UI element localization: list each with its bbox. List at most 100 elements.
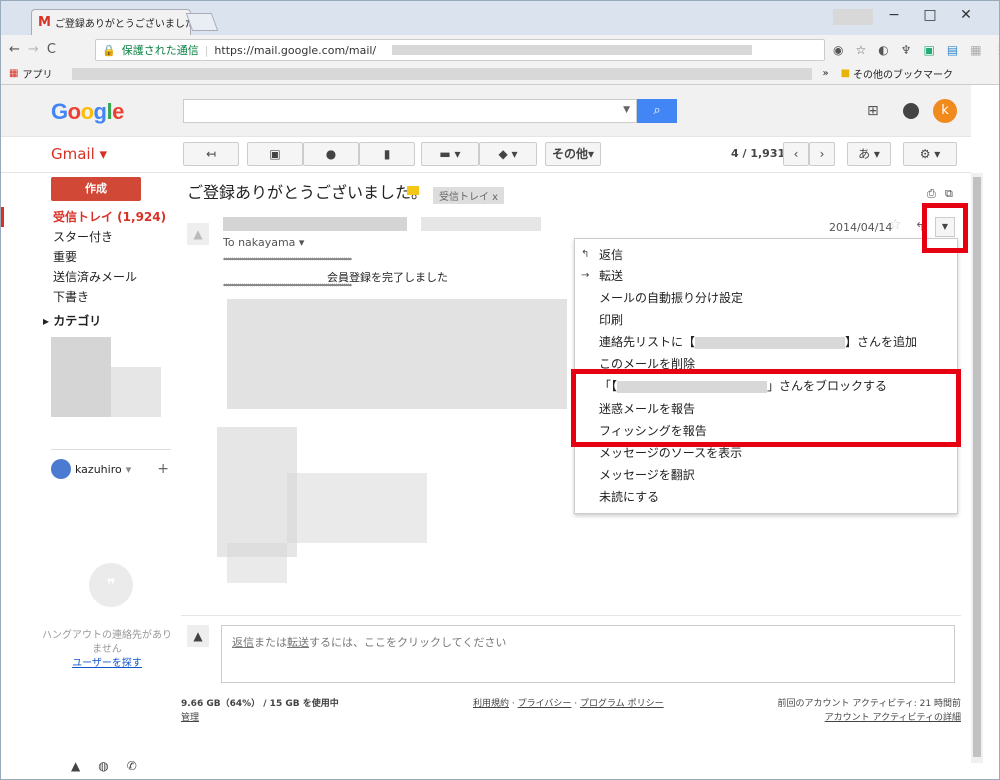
- menu-item-print[interactable]: 印刷: [599, 310, 623, 330]
- bookmarks-overflow[interactable]: »: [822, 68, 828, 79]
- hangouts-bottom-bar: ▲ ◍ ✆: [71, 759, 137, 773]
- archive-icon: ▣: [269, 147, 281, 161]
- extension-icon[interactable]: ♆: [901, 43, 912, 57]
- delete-button[interactable]: ▮: [359, 142, 415, 166]
- program-policy-link[interactable]: プログラム ポリシー: [580, 699, 664, 709]
- sidebar-blur: [111, 367, 161, 417]
- body-blur: [227, 299, 567, 409]
- new-window-icon[interactable]: ⧉: [945, 187, 953, 201]
- scrollbar-thumb[interactable]: [973, 177, 981, 757]
- inbox-label-chip[interactable]: 受信トレイ x: [433, 187, 505, 204]
- extension-icon[interactable]: ▣: [924, 43, 935, 57]
- menu-item-forward[interactable]: → 転送: [581, 266, 623, 286]
- menu-item-label-post: 】さんを追加: [845, 335, 918, 349]
- archive-button[interactable]: ▣: [247, 142, 303, 166]
- divider: [181, 615, 961, 616]
- reload-icon[interactable]: C: [47, 42, 56, 57]
- body-divider-line: ****************************************…: [223, 257, 352, 264]
- menu-icon[interactable]: ⋮: [994, 43, 999, 57]
- highlight-more-button: [922, 203, 968, 253]
- sender-email-blur: [421, 217, 541, 231]
- sidebar-item-important[interactable]: 重要: [1, 247, 177, 267]
- chat-icon[interactable]: ◍: [98, 759, 108, 773]
- hangouts-quote-icon: ❞: [89, 563, 133, 607]
- storage-info: 9.66 GB（64%） / 15 GB を使用中 管理: [181, 697, 339, 725]
- lock-icon: 🔒: [102, 43, 116, 57]
- input-tools-button[interactable]: あ ▾: [847, 142, 891, 166]
- reply-link[interactable]: 返信: [232, 636, 254, 649]
- sidebar-item-drafts[interactable]: 下書き: [1, 287, 177, 307]
- activity-details-link[interactable]: アカウント アクティビティの詳細: [825, 713, 961, 723]
- recipient-text: To nakayama: [223, 236, 296, 249]
- back-to-inbox-button[interactable]: ↤: [183, 142, 239, 166]
- new-tab-button[interactable]: [185, 13, 219, 31]
- maximize-button[interactable]: □: [915, 7, 945, 23]
- body-blur: [227, 543, 287, 583]
- close-window-button[interactable]: ✕: [951, 7, 981, 23]
- newer-button[interactable]: ‹: [783, 142, 809, 166]
- eye-icon[interactable]: ◉: [833, 43, 843, 57]
- body-blur: [287, 473, 427, 543]
- star-icon[interactable]: ☆: [889, 217, 902, 233]
- google-logo[interactable]: Google: [51, 99, 124, 125]
- menu-item-filter[interactable]: メールの自動振り分け設定: [599, 288, 743, 308]
- settings-button[interactable]: ⚙ ▾: [903, 142, 957, 166]
- find-people-link[interactable]: ユーザーを探す: [72, 658, 142, 669]
- gmail-header: Google ▼ ⌕ ⊞ k: [1, 85, 971, 137]
- avatar[interactable]: k: [933, 99, 957, 123]
- print-icon[interactable]: ⎙: [927, 187, 936, 201]
- recipient-line[interactable]: To nakayama ▾: [223, 236, 304, 249]
- sender-name-blur: [223, 217, 407, 231]
- bookmark-star-icon[interactable]: ☆: [855, 43, 866, 57]
- extension-icon[interactable]: ▤: [947, 43, 958, 57]
- url-blur: [392, 45, 753, 55]
- notifications-icon[interactable]: [903, 103, 919, 119]
- sidebar-blur: [51, 337, 111, 417]
- older-button[interactable]: ›: [809, 142, 835, 166]
- important-marker-icon[interactable]: [407, 186, 419, 195]
- scrollbar[interactable]: [971, 173, 983, 763]
- labels-button[interactable]: ◆ ▾: [479, 142, 537, 166]
- contact-name-blur: [695, 336, 846, 349]
- compose-button[interactable]: 作成: [51, 177, 141, 201]
- phone-icon[interactable]: ✆: [127, 759, 137, 773]
- menu-item-translate[interactable]: メッセージを翻訳: [599, 465, 695, 485]
- back-icon[interactable]: ←: [9, 42, 20, 57]
- more-button[interactable]: その他▾: [545, 142, 601, 166]
- menu-item-add-contact[interactable]: 連絡先リストに【 】さんを追加: [599, 332, 917, 352]
- gmail-menu[interactable]: Gmail ▾: [51, 145, 107, 163]
- hangouts-empty-message: ハングアウトの連絡先がありません ユーザーを探す: [41, 629, 173, 671]
- person-icon[interactable]: ▲: [71, 759, 80, 773]
- extension-icon[interactable]: ◐: [878, 43, 888, 57]
- google-apps-icon[interactable]: ⊞: [867, 103, 879, 119]
- manage-link[interactable]: 管理: [181, 713, 199, 723]
- browser-tab[interactable]: M ご登録ありがとうございました ×: [31, 9, 191, 35]
- search-button[interactable]: ⌕: [637, 99, 677, 123]
- minimize-button[interactable]: −: [879, 7, 909, 23]
- apps-label[interactable]: アプリ: [22, 66, 52, 81]
- extension-icon[interactable]: ▦: [970, 43, 981, 57]
- reply-box[interactable]: 返信または転送するには、ここをクリックしてください: [221, 625, 955, 683]
- menu-item-mark-unread[interactable]: 未読にする: [599, 487, 659, 507]
- hangouts-user[interactable]: kazuhiro ▾ +: [51, 459, 169, 479]
- other-bookmarks[interactable]: その他のブックマーク: [853, 66, 953, 81]
- move-to-button[interactable]: ▬ ▾: [421, 142, 479, 166]
- sidebar-item-inbox[interactable]: 受信トレイ (1,924): [1, 207, 177, 227]
- search-options-icon[interactable]: ▼: [623, 105, 630, 115]
- menu-item-reply[interactable]: ↰ 返信: [581, 245, 623, 265]
- sidebar-item-starred[interactable]: スター付き: [1, 227, 177, 247]
- footer-links: 利用規約 · プライバシー · プログラム ポリシー: [473, 699, 664, 709]
- sidebar-item-categories[interactable]: ▸ カテゴリ: [1, 311, 177, 331]
- sidebar-item-sent[interactable]: 送信済みメール: [1, 267, 177, 287]
- apps-grid-icon[interactable]: ▦: [9, 68, 18, 79]
- trash-icon: ▮: [383, 147, 391, 161]
- search-input[interactable]: ▼: [183, 99, 637, 123]
- privacy-link[interactable]: プライバシー: [518, 699, 572, 709]
- address-bar[interactable]: 🔒 保護された通信 | https://mail.google.com/mail…: [95, 39, 825, 61]
- forward-icon[interactable]: →: [28, 42, 39, 57]
- terms-link[interactable]: 利用規約: [473, 699, 509, 709]
- add-icon[interactable]: +: [157, 461, 169, 477]
- sender-avatar: ▲: [187, 223, 209, 245]
- report-spam-button[interactable]: ●: [303, 142, 359, 166]
- forward-link[interactable]: 転送: [287, 636, 309, 649]
